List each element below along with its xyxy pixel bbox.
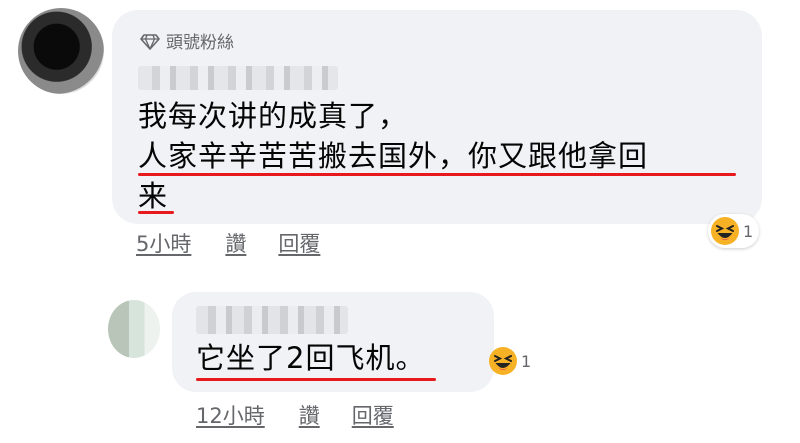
haha-emoji-icon — [711, 217, 739, 245]
red-underline — [138, 173, 736, 176]
like-button[interactable]: 讚 — [225, 228, 246, 258]
reply-button[interactable]: 回覆 — [278, 228, 320, 258]
badge-label: 頭號粉絲 — [166, 33, 234, 53]
reaction-count: 1 — [743, 221, 754, 241]
like-button[interactable]: 讚 — [299, 400, 320, 430]
comment-text-line: 我每次讲的成真了， — [138, 99, 409, 133]
comment-actions: 5小時 讚 回覆 — [136, 228, 320, 258]
commenter-avatar[interactable] — [108, 300, 160, 358]
diamond-icon — [140, 33, 160, 50]
haha-emoji-icon — [489, 347, 517, 375]
comment-text-line: 人家辛辛苦苦搬去国外，你又跟他拿回 — [138, 139, 649, 173]
blurred-commenter-name[interactable] — [138, 66, 338, 90]
timestamp-link[interactable]: 12小時 — [196, 400, 265, 430]
timestamp-link[interactable]: 5小時 — [136, 228, 191, 258]
red-underline — [196, 378, 436, 381]
red-underline — [138, 211, 174, 214]
commenter-avatar[interactable] — [18, 8, 104, 94]
reaction-summary[interactable]: 1 — [708, 214, 760, 248]
comment-actions: 12小時 讚 回覆 — [196, 400, 394, 430]
blurred-commenter-name[interactable] — [196, 306, 348, 334]
reply-button[interactable]: 回覆 — [352, 400, 394, 430]
top-fan-badge[interactable]: 頭號粉絲 — [140, 28, 234, 53]
reaction-summary[interactable]: 1 — [486, 344, 537, 378]
comment-text-line: 它坐了2回飞机。 — [196, 341, 426, 375]
comment-text-line: 来 — [138, 179, 169, 213]
reaction-count: 1 — [521, 351, 532, 371]
